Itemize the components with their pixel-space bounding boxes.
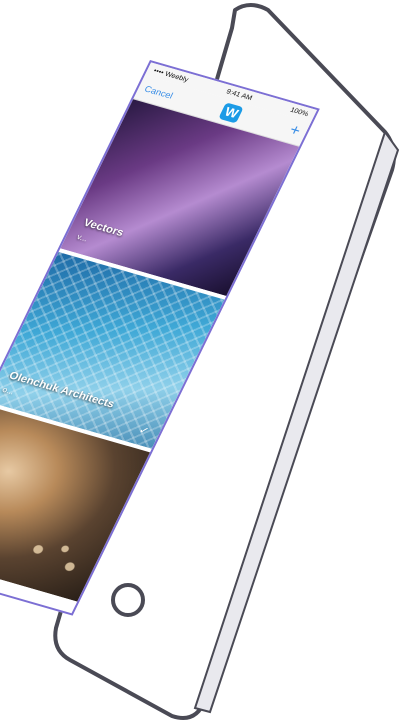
add-site-button[interactable]: + bbox=[287, 122, 304, 140]
check-icon: ✓ bbox=[136, 424, 151, 438]
battery-label: 100% bbox=[289, 106, 310, 118]
device-mockup: •••• Weebly 9:41 AM 100% Cancel W + Vect… bbox=[0, 0, 410, 728]
site-url: v... bbox=[75, 232, 90, 244]
weebly-logo-icon: W bbox=[218, 102, 245, 124]
site-title: Olenchuk Architects bbox=[6, 369, 117, 411]
site-url: o... bbox=[0, 385, 16, 397]
cancel-button[interactable]: Cancel bbox=[143, 84, 175, 101]
